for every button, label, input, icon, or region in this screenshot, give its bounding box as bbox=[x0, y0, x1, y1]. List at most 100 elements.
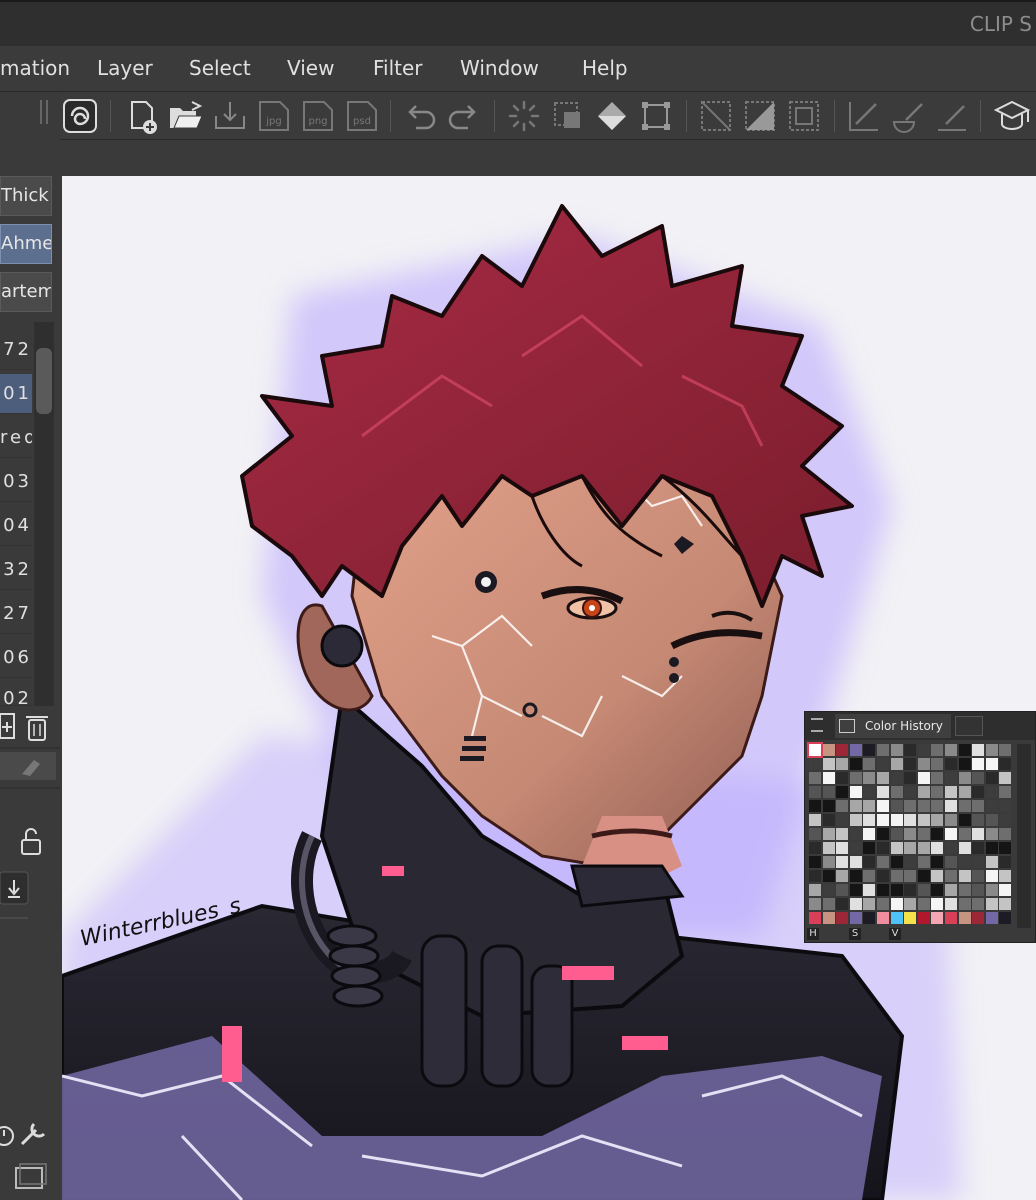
color-swatch[interactable] bbox=[931, 744, 944, 756]
color-swatch[interactable] bbox=[972, 800, 985, 812]
color-swatch[interactable] bbox=[849, 786, 862, 798]
color-swatch[interactable] bbox=[945, 856, 957, 868]
color-swatch[interactable] bbox=[985, 870, 998, 882]
color-swatch[interactable] bbox=[958, 800, 971, 812]
color-swatch[interactable] bbox=[890, 772, 903, 784]
color-swatch[interactable] bbox=[890, 758, 903, 770]
color-swatch[interactable] bbox=[849, 758, 862, 770]
brush-preset-thick[interactable]: Thick bbox=[0, 176, 52, 216]
color-swatch[interactable] bbox=[958, 772, 971, 784]
color-swatch[interactable] bbox=[863, 800, 876, 812]
color-swatch[interactable] bbox=[863, 870, 876, 882]
clear-icon[interactable] bbox=[506, 98, 542, 134]
window-icon[interactable] bbox=[15, 1163, 47, 1189]
color-swatch[interactable] bbox=[958, 786, 971, 798]
new-file-icon[interactable] bbox=[126, 98, 162, 134]
fill-icon[interactable] bbox=[594, 98, 630, 134]
color-swatch[interactable] bbox=[985, 758, 998, 770]
color-swatch[interactable] bbox=[822, 912, 835, 924]
color-swatch[interactable] bbox=[917, 814, 930, 826]
color-swatch[interactable] bbox=[945, 786, 957, 798]
menu-view[interactable]: View bbox=[287, 56, 334, 80]
color-swatch[interactable] bbox=[945, 842, 957, 854]
color-swatch[interactable] bbox=[836, 828, 849, 840]
color-swatch[interactable] bbox=[985, 856, 998, 868]
color-swatch[interactable] bbox=[945, 744, 957, 756]
color-swatch[interactable] bbox=[836, 884, 849, 896]
color-swatch[interactable] bbox=[999, 758, 1012, 770]
color-swatch[interactable] bbox=[931, 884, 944, 896]
color-swatch[interactable] bbox=[863, 744, 876, 756]
import-icon[interactable] bbox=[0, 871, 29, 905]
color-swatch[interactable] bbox=[917, 800, 930, 812]
color-swatch[interactable] bbox=[917, 772, 930, 784]
brush-preset-ahme[interactable]: Ahme bbox=[0, 224, 52, 264]
color-swatch[interactable] bbox=[809, 758, 821, 770]
color-swatch[interactable] bbox=[917, 842, 930, 854]
color-swatch[interactable] bbox=[836, 870, 849, 882]
color-swatch[interactable] bbox=[809, 828, 821, 840]
color-swatch[interactable] bbox=[877, 786, 889, 798]
color-swatch[interactable] bbox=[849, 912, 862, 924]
list-item[interactable]: 32 bbox=[0, 550, 32, 590]
color-swatch[interactable] bbox=[836, 800, 849, 812]
color-swatch[interactable] bbox=[890, 786, 903, 798]
color-swatch[interactable] bbox=[931, 800, 944, 812]
color-swatch[interactable] bbox=[985, 898, 998, 910]
color-swatch[interactable] bbox=[822, 842, 835, 854]
color-swatch[interactable] bbox=[999, 786, 1012, 798]
color-swatch[interactable] bbox=[972, 898, 985, 910]
color-swatch[interactable] bbox=[999, 884, 1012, 896]
color-swatch[interactable] bbox=[809, 842, 821, 854]
color-swatch[interactable] bbox=[863, 772, 876, 784]
color-swatch[interactable] bbox=[931, 828, 944, 840]
layer-property-tab[interactable] bbox=[955, 716, 983, 736]
color-swatch[interactable] bbox=[890, 870, 903, 882]
ruler-icon[interactable] bbox=[846, 98, 882, 134]
color-swatch[interactable] bbox=[972, 814, 985, 826]
color-swatch[interactable] bbox=[809, 800, 821, 812]
color-swatch[interactable] bbox=[877, 884, 889, 896]
wrench-icon[interactable] bbox=[20, 1122, 46, 1146]
color-swatch[interactable] bbox=[985, 912, 998, 924]
color-swatch[interactable] bbox=[917, 870, 930, 882]
color-swatch[interactable] bbox=[863, 842, 876, 854]
hue-toggle[interactable]: H bbox=[807, 928, 819, 940]
invert-selection-icon[interactable] bbox=[742, 98, 778, 134]
undo-icon[interactable] bbox=[402, 98, 438, 134]
color-swatch[interactable] bbox=[917, 744, 930, 756]
color-swatch[interactable] bbox=[985, 772, 998, 784]
color-swatch[interactable] bbox=[890, 842, 903, 854]
color-swatch[interactable] bbox=[877, 842, 889, 854]
lock-icon[interactable] bbox=[21, 828, 41, 855]
color-swatch[interactable] bbox=[931, 772, 944, 784]
color-swatch[interactable] bbox=[822, 898, 835, 910]
color-swatch[interactable] bbox=[972, 786, 985, 798]
color-swatch[interactable] bbox=[863, 828, 876, 840]
color-swatch[interactable] bbox=[863, 814, 876, 826]
color-swatch[interactable] bbox=[849, 870, 862, 882]
value-toggle[interactable]: V bbox=[889, 928, 901, 940]
color-swatch[interactable] bbox=[836, 758, 849, 770]
color-swatch[interactable] bbox=[849, 744, 862, 756]
color-swatch[interactable] bbox=[836, 898, 849, 910]
menu-help[interactable]: Help bbox=[582, 56, 628, 80]
color-swatch[interactable] bbox=[822, 856, 835, 868]
color-swatch[interactable] bbox=[836, 814, 849, 826]
color-swatch[interactable] bbox=[958, 758, 971, 770]
color-swatch[interactable] bbox=[958, 744, 971, 756]
color-swatch[interactable] bbox=[945, 884, 957, 896]
export-jpg-icon[interactable]: jpg bbox=[256, 98, 292, 134]
color-swatch[interactable] bbox=[836, 912, 849, 924]
scrollbar-thumb[interactable] bbox=[36, 348, 52, 414]
color-swatch[interactable] bbox=[931, 814, 944, 826]
color-swatch[interactable] bbox=[999, 744, 1012, 756]
saturation-toggle[interactable]: S bbox=[849, 928, 861, 940]
color-swatch[interactable] bbox=[904, 884, 917, 896]
color-swatch[interactable] bbox=[890, 912, 903, 924]
color-swatch[interactable] bbox=[945, 870, 957, 882]
list-item[interactable]: 27 bbox=[0, 594, 32, 634]
color-swatch[interactable] bbox=[849, 898, 862, 910]
color-swatch[interactable] bbox=[863, 898, 876, 910]
line-edit-icon[interactable] bbox=[934, 98, 970, 134]
